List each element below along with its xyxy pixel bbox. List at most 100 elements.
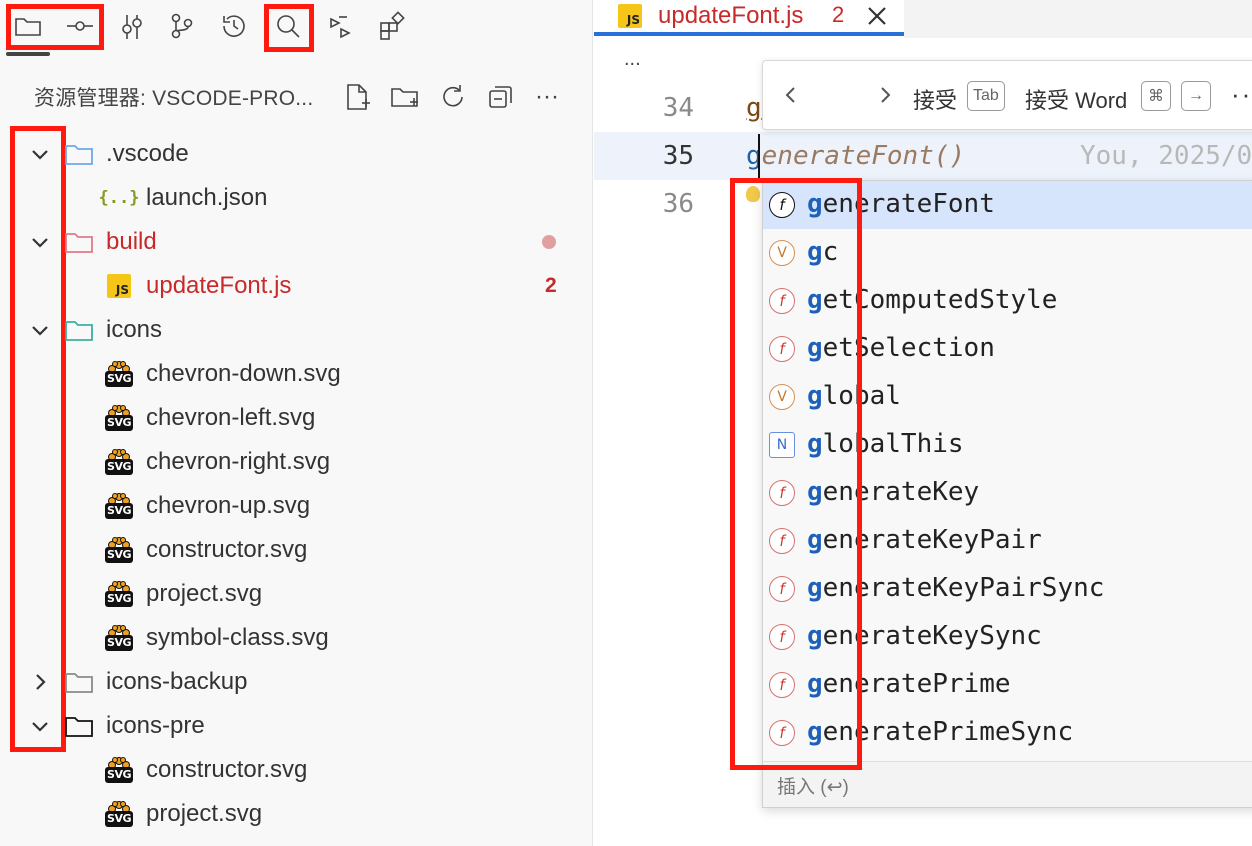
suggestion-item[interactable]: NglobalThis <box>763 421 1252 469</box>
suggestion-label: generateFont <box>807 189 995 219</box>
suggestion-item[interactable]: Vglobal <box>763 373 1252 421</box>
folder-icon <box>64 140 94 168</box>
extensions-icon[interactable] <box>370 4 414 48</box>
text-cursor <box>758 134 760 178</box>
source-control-icon[interactable] <box>110 4 154 48</box>
chevron-down-icon[interactable] <box>28 714 52 738</box>
svg-file-icon: SVG <box>104 580 134 608</box>
suggestion-rest: lobalThis <box>822 429 964 459</box>
tree-item-label: symbol-class.svg <box>146 624 329 651</box>
run-debug-icon[interactable] <box>318 4 362 48</box>
tree-file[interactable]: SVG project.svg <box>0 792 593 836</box>
git-blame-annotation: You, 2025/0 <box>1080 141 1252 171</box>
tree-file[interactable]: JS updateFont.js 2 <box>0 264 593 308</box>
suggestion-rest: c <box>822 237 839 267</box>
tree-folder[interactable]: icons-pre <box>0 704 593 748</box>
matched-prefix: g <box>807 237 823 267</box>
breadcrumb[interactable]: ... <box>624 48 641 71</box>
more-actions-icon[interactable]: ··· <box>530 80 564 114</box>
accept-word-button[interactable]: 接受 Word <box>1025 83 1127 115</box>
function-icon: f <box>769 720 795 746</box>
tree-item-label: launch.json <box>146 184 268 211</box>
tree-folder[interactable]: build <box>0 220 593 264</box>
function-icon: f <box>769 288 795 314</box>
more-options-icon[interactable]: ··· <box>1231 79 1252 110</box>
chevron-right-icon[interactable] <box>873 83 897 107</box>
refresh-icon[interactable] <box>436 80 470 114</box>
suggestion-item[interactable]: f getSelection <box>763 325 1252 373</box>
tree-file[interactable]: SVG chevron-right.svg <box>0 440 593 484</box>
suggestion-rest: enerateFont <box>822 189 995 219</box>
suggestion-footer: 插入 (↩) <box>763 761 1252 807</box>
chevron-left-icon[interactable] <box>779 83 803 107</box>
tree-file[interactable]: SVG constructor.svg <box>0 748 593 792</box>
close-icon[interactable] <box>864 3 890 29</box>
tab-updatefont-js[interactable]: JS updateFont.js 2 <box>594 0 904 38</box>
suggestion-item[interactable]: f generatePrimeSync <box>763 709 1252 757</box>
commit-graph-icon[interactable] <box>58 4 102 48</box>
editor-area: JS updateFont.js 2 ... 34 35 36 g genera… <box>594 0 1252 846</box>
chevron-down-icon[interactable] <box>28 142 52 166</box>
chevron-right-icon[interactable] <box>28 670 52 694</box>
explorer-icon[interactable] <box>6 4 50 48</box>
tree-folder[interactable]: icons <box>0 308 593 352</box>
suggestion-item[interactable]: f getComputedStyle <box>763 277 1252 325</box>
suggestion-item[interactable]: f generateKeyPairSync <box>763 565 1252 613</box>
namespace-icon: N <box>769 432 795 458</box>
matched-prefix: g <box>807 621 823 651</box>
variable-icon: V <box>769 240 795 266</box>
tree-item-label: chevron-down.svg <box>146 360 341 387</box>
suggestion-list: f generateFont Vgc f getComputedStyle f getSel… <box>762 180 1252 808</box>
sidebar: 资源管理器: VSCODE-PRO... ··· .vscode {..} laun… <box>0 0 593 846</box>
suggestion-label: generateKeyPair <box>807 525 1042 555</box>
code-line-34[interactable]: g <box>746 93 762 123</box>
suggestion-item[interactable]: f generateKey <box>763 469 1252 517</box>
tree-file[interactable]: SVG chevron-down.svg <box>0 352 593 396</box>
code-line-35[interactable]: generateFont() <box>746 141 965 171</box>
matched-prefix: g <box>807 669 823 699</box>
insert-hint: 插入 (↩) <box>777 777 849 798</box>
tree-file[interactable]: {..} launch.json <box>0 176 593 220</box>
accept-key-hint: Tab <box>967 81 1005 111</box>
branches-icon[interactable] <box>160 4 204 48</box>
js-file-icon: JS <box>618 4 642 28</box>
suggestion-item[interactable]: f generateKeyPair <box>763 517 1252 565</box>
tree-file[interactable]: SVG constructor.svg <box>0 528 593 572</box>
tree-folder[interactable]: icons-backup <box>0 660 593 704</box>
accept-button[interactable]: 接受 <box>913 83 957 115</box>
line-number: 35 <box>662 141 694 171</box>
collapse-all-icon[interactable] <box>484 80 518 114</box>
tree-item-label: .vscode <box>106 140 189 167</box>
new-file-icon[interactable] <box>340 80 374 114</box>
timeline-icon[interactable] <box>212 4 256 48</box>
search-icon[interactable] <box>266 4 310 48</box>
tree-item-label: constructor.svg <box>146 756 308 783</box>
function-icon: f <box>769 624 795 650</box>
function-icon: f <box>769 672 795 698</box>
folder-icon <box>64 668 94 696</box>
chevron-down-icon[interactable] <box>28 230 52 254</box>
modified-dot-badge <box>542 235 556 249</box>
suggestion-rest: enerateKeyPair <box>822 525 1042 555</box>
matched-prefix: g <box>807 717 823 747</box>
tab-label: updateFont.js <box>658 2 804 29</box>
tree-file[interactable]: SVG chevron-left.svg <box>0 396 593 440</box>
folder-icon <box>64 316 94 344</box>
suggestion-item[interactable]: f generateKeySync <box>763 613 1252 661</box>
tree-item-label: constructor.svg <box>146 536 308 563</box>
new-folder-icon[interactable] <box>388 80 422 114</box>
suggestion-label: gc <box>807 237 838 267</box>
suggestion-rest: enerateKeyPairSync <box>822 573 1105 603</box>
tree-item-label: icons <box>106 316 163 343</box>
suggestion-item[interactable]: Vgc <box>763 229 1252 277</box>
lightbulb-icon[interactable] <box>746 186 760 202</box>
suggestion-item[interactable]: f generateFont <box>763 181 1252 229</box>
tree-folder[interactable]: .vscode <box>0 132 593 176</box>
tree-file[interactable]: SVG project.svg <box>0 572 593 616</box>
tree-file[interactable]: SVG chevron-up.svg <box>0 484 593 528</box>
chevron-down-icon[interactable] <box>28 318 52 342</box>
matched-prefix: g <box>807 285 823 315</box>
suggestion-rest: lobal <box>822 381 901 411</box>
tree-file[interactable]: SVG symbol-class.svg <box>0 616 593 660</box>
suggestion-item[interactable]: f generatePrime <box>763 661 1252 709</box>
